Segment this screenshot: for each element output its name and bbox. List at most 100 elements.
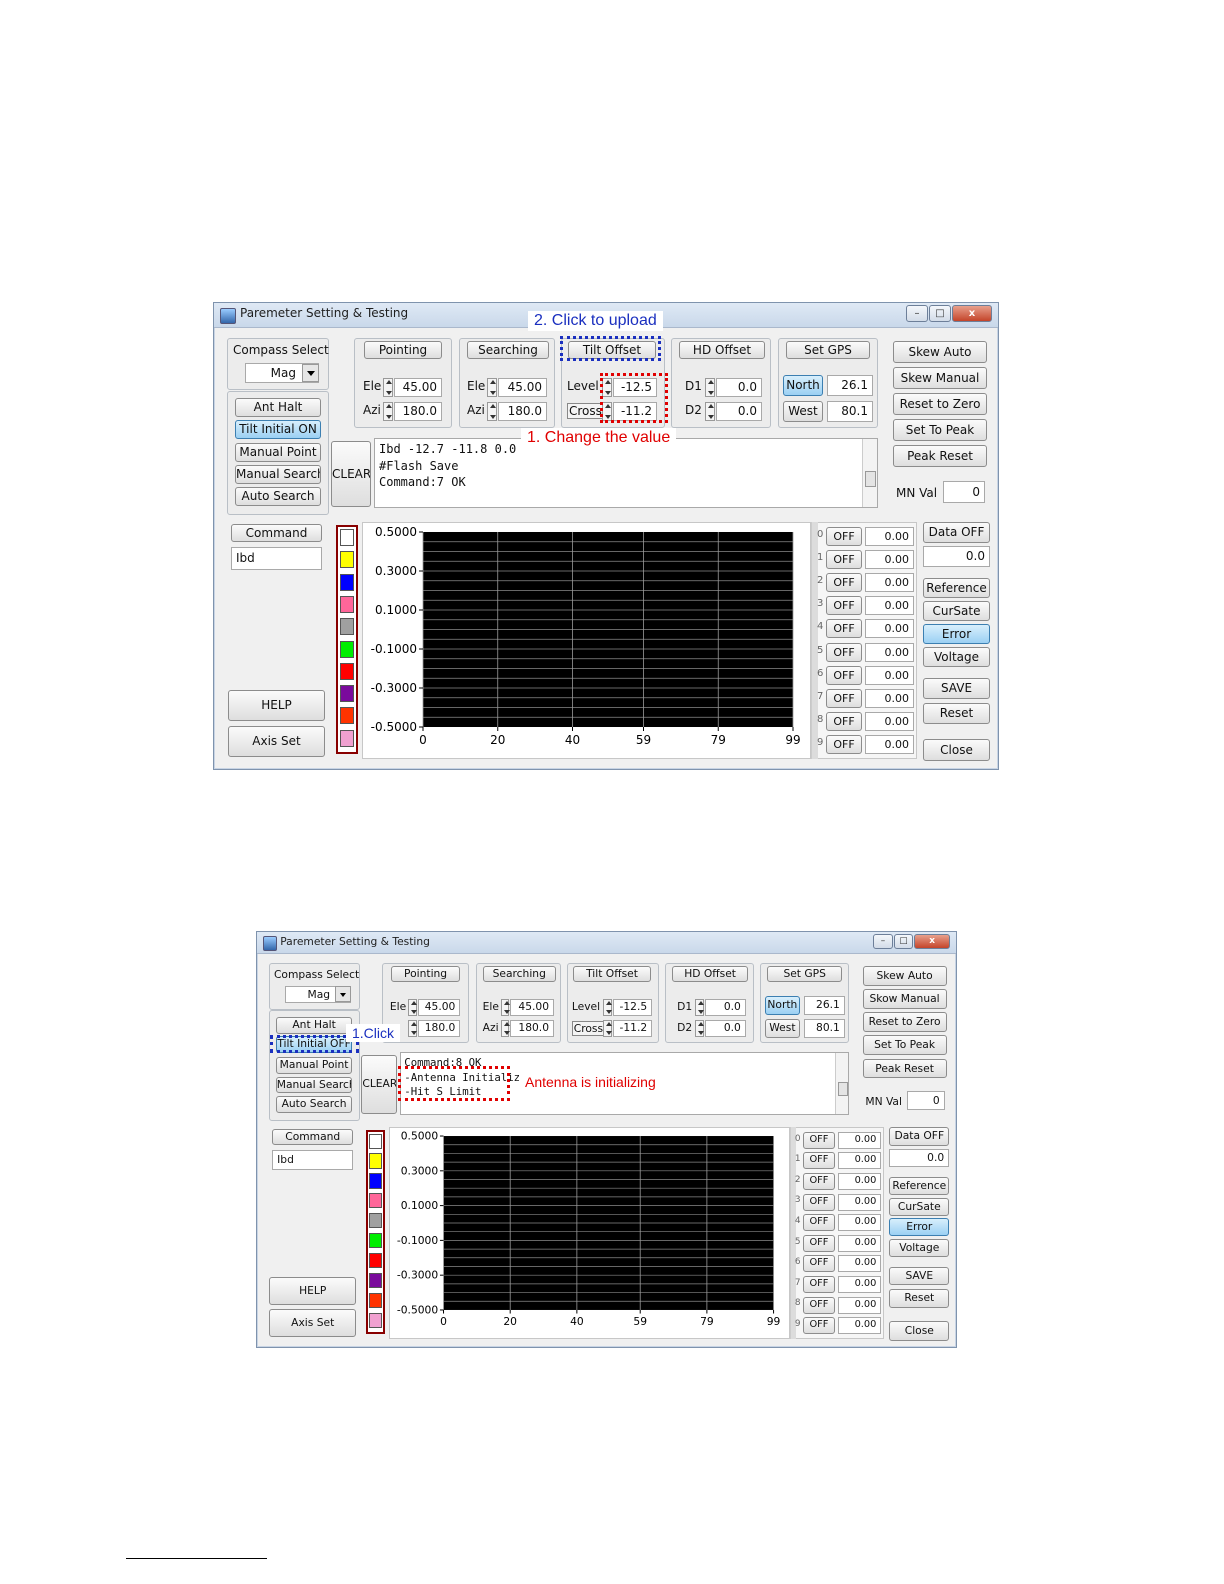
param-group-title-searching[interactable]: Searching [482,965,556,982]
manual-search-button[interactable]: Manual Search [275,1076,353,1094]
reset-to-zero-button[interactable]: Reset to Zero [893,393,987,415]
channel-toggle-button[interactable]: OFF [826,711,862,731]
series-color-swatch-8[interactable] [340,707,354,725]
command-button[interactable]: Command [272,1129,354,1146]
series-color-swatch-3[interactable] [369,1193,382,1209]
series-color-swatch-2[interactable] [369,1173,382,1189]
spin-stepper-searching-ele[interactable] [500,998,510,1016]
reference-button[interactable]: Reference [889,1177,950,1196]
param-input-pointing-azi[interactable]: 180.0 [417,1020,461,1038]
manual-search-button[interactable]: Manual Search [235,465,321,484]
series-color-swatch-3[interactable] [340,595,354,613]
channel-toggle-button[interactable]: OFF [802,1193,835,1211]
command-button[interactable]: Command [231,524,322,542]
set-to-peak-button[interactable]: Set To Peak [893,419,987,441]
channel-toggle-button[interactable]: OFF [802,1296,835,1314]
close-icon[interactable]: x [952,305,992,322]
spin-stepper-tilt-level[interactable] [603,998,612,1016]
voltage-button[interactable]: Voltage [889,1238,950,1257]
save-button[interactable]: SAVE [923,678,990,699]
spin-stepper-pointing-azi[interactable] [383,402,393,421]
close-button[interactable]: Close [923,739,990,761]
ant-halt-button[interactable]: Ant Halt [235,398,321,417]
clear-button[interactable]: CLEAR [331,441,371,507]
axis-set-button[interactable]: Axis Set [228,726,325,757]
spin-stepper-hd-d2[interactable] [694,1020,704,1038]
series-color-swatch-7[interactable] [340,685,354,703]
param-input-hd-d2[interactable]: 0.0 [704,1020,746,1038]
gps-north-input[interactable]: 26.1 [803,996,845,1015]
param-group-title-gps[interactable]: Set GPS [767,965,843,982]
param-group-title-tilt[interactable]: Tilt Offset [572,965,652,982]
param-input-searching-azi[interactable]: 180.0 [510,1020,555,1038]
tilt-initial-button[interactable]: Tilt Initial ON [235,420,321,439]
channel-toggle-button[interactable]: OFF [826,596,862,616]
close-icon[interactable]: x [914,934,950,950]
peak-reset-button[interactable]: Peak Reset [893,445,987,467]
param-input-hd-d1[interactable]: 0.0 [704,998,746,1016]
error-button[interactable]: Error [923,624,990,644]
cursate-button[interactable]: CurSate [889,1197,950,1216]
spin-stepper-pointing-azi[interactable] [407,1020,417,1038]
series-color-swatch-6[interactable] [369,1252,382,1269]
channel-toggle-button[interactable]: OFF [802,1152,835,1170]
gps-north-button[interactable]: North [783,375,823,396]
spin-stepper-searching-azi[interactable] [487,402,497,421]
channel-toggle-button[interactable]: OFF [826,642,862,662]
skew-auto-button[interactable]: Skew Auto [862,965,947,986]
param-group-title-pointing[interactable]: Pointing [364,341,442,359]
axis-set-button[interactable]: Axis Set [269,1309,356,1337]
channel-toggle-button[interactable]: OFF [826,619,862,639]
auto-search-button[interactable]: Auto Search [275,1096,353,1114]
auto-search-button[interactable]: Auto Search [235,487,321,506]
maximize-icon[interactable]: □ [929,305,951,322]
gps-north-input[interactable]: 26.1 [827,375,873,396]
channel-toggle-button[interactable]: OFF [826,573,862,593]
series-color-swatch-4[interactable] [369,1213,382,1229]
reset-to-zero-button[interactable]: Reset to Zero [862,1012,947,1032]
spin-stepper-hd-d1[interactable] [705,378,715,397]
minimize-icon[interactable]: – [906,305,928,322]
skew-manual-button[interactable]: Skew Manual [893,367,987,389]
param-input-pointing-ele[interactable]: 45.00 [394,378,442,397]
param-group-title-hd[interactable]: HD Offset [679,341,765,359]
minimize-icon[interactable]: – [873,934,893,950]
log-scrollbar[interactable] [834,1053,849,1114]
mn-val-input[interactable]: 0 [943,481,985,503]
skew-manual-button[interactable]: Skow Manual [862,989,947,1009]
help-button[interactable]: HELP [228,690,325,721]
close-button[interactable]: Close [889,1320,950,1341]
series-color-swatch-6[interactable] [340,662,354,680]
spin-stepper-searching-ele[interactable] [487,378,497,397]
series-color-swatch-0[interactable] [340,529,354,546]
chevron-down-icon[interactable] [302,364,319,382]
channel-toggle-button[interactable]: OFF [826,734,862,754]
param-input-searching-ele[interactable]: 45.00 [510,998,555,1016]
clear-button[interactable]: CLEAR [361,1055,398,1114]
reference-button[interactable]: Reference [923,578,990,598]
channel-toggle-button[interactable]: OFF [826,665,862,685]
series-color-swatch-2[interactable] [340,573,354,591]
param-input-pointing-azi[interactable]: 180.0 [394,402,442,421]
spin-stepper-tilt-cross[interactable] [603,1020,612,1038]
spin-stepper-searching-azi[interactable] [500,1020,510,1038]
spin-stepper-hd-d1[interactable] [694,998,704,1016]
param-input-tilt-level[interactable]: -12.5 [612,998,653,1016]
ant-halt-button[interactable]: Ant Halt [275,1016,353,1034]
gps-west-input[interactable]: 80.1 [803,1019,845,1039]
param-group-title-pointing[interactable]: Pointing [390,965,461,982]
data-off-button[interactable]: Data OFF [923,522,990,543]
param-input-pointing-ele[interactable]: 45.00 [417,998,461,1016]
set-to-peak-button[interactable]: Set To Peak [862,1035,947,1056]
reset-button[interactable]: Reset [923,703,990,724]
series-color-swatch-1[interactable] [369,1153,382,1169]
param-input-tilt-cross[interactable]: -11.2 [612,1020,653,1038]
gps-west-button[interactable]: West [764,1019,801,1039]
gps-north-button[interactable]: North [764,996,801,1015]
series-color-swatch-4[interactable] [340,618,354,636]
command-input[interactable]: Ibd [231,547,322,570]
channel-toggle-button[interactable]: OFF [802,1255,835,1273]
log-scrollbar[interactable] [862,439,877,507]
manual-point-button[interactable]: Manual Point [235,443,321,462]
peak-reset-button[interactable]: Peak Reset [862,1058,947,1079]
